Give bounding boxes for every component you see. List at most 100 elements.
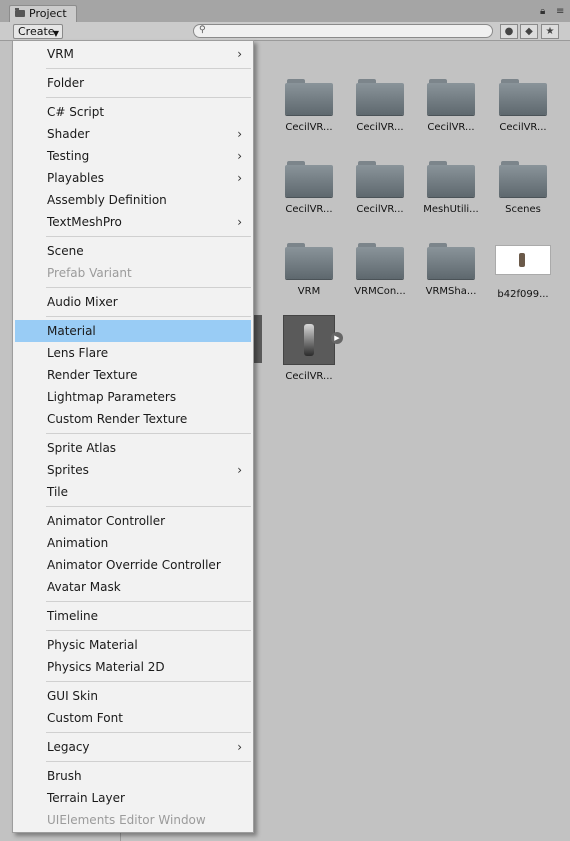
- menu-item-render-texture[interactable]: Render Texture: [15, 364, 251, 386]
- menu-item-label: Playables: [47, 171, 104, 185]
- menu-item-sprite-atlas[interactable]: Sprite Atlas: [15, 437, 251, 459]
- menu-separator: [46, 433, 251, 434]
- menu-item-label: Brush: [47, 769, 82, 783]
- asset-label: CecilVR...: [356, 204, 404, 215]
- prefab-thumbnail: [283, 315, 335, 365]
- lock-icon[interactable]: 🔒︎: [540, 6, 545, 17]
- menu-item-lightmap-parameters[interactable]: Lightmap Parameters: [15, 386, 251, 408]
- tab-strip: Project 🔒︎ ≡: [0, 0, 570, 22]
- menu-item-animator-override-controller[interactable]: Animator Override Controller: [15, 554, 251, 576]
- menu-item-label: Sprite Atlas: [47, 441, 117, 455]
- menu-separator: [46, 601, 251, 602]
- submenu-arrow-icon: ›: [237, 127, 242, 141]
- menu-item-folder[interactable]: Folder: [15, 72, 251, 94]
- menu-item-label: Avatar Mask: [47, 580, 121, 594]
- menu-item-testing[interactable]: Testing ›: [15, 145, 251, 167]
- menu-item-label: Custom Render Texture: [47, 412, 188, 426]
- folder-icon: [499, 77, 547, 115]
- submenu-arrow-icon: ›: [237, 215, 242, 229]
- search-by-label-icon[interactable]: ◆: [520, 24, 538, 39]
- menu-item-custom-render-texture[interactable]: Custom Render Texture: [15, 408, 251, 430]
- menu-item-shader[interactable]: Shader ›: [15, 123, 251, 145]
- menu-item-audio-mixer[interactable]: Audio Mixer: [15, 291, 251, 313]
- menu-item-label: Animator Controller: [47, 514, 166, 528]
- asset-label: CecilVR...: [285, 371, 333, 382]
- menu-item-assembly-definition[interactable]: Assembly Definition: [15, 189, 251, 211]
- create-menu: VRM › Folder C# Script Shader › Testing › P…: [12, 40, 254, 833]
- menu-item-vrm[interactable]: VRM ›: [15, 43, 251, 65]
- project-tab-label: Project: [29, 7, 67, 20]
- menu-item-label: Physic Material: [47, 638, 138, 652]
- menu-item-timeline[interactable]: Timeline: [15, 605, 251, 627]
- menu-separator: [46, 287, 251, 288]
- menu-item-gui-skin[interactable]: GUI Skin: [15, 685, 251, 707]
- asset-item[interactable]: CecilVR...: [344, 159, 416, 215]
- submenu-arrow-icon: ›: [237, 463, 242, 477]
- menu-item-label: C# Script: [47, 105, 105, 119]
- menu-item-label: Shader: [47, 127, 90, 141]
- menu-item-label: GUI Skin: [47, 689, 98, 703]
- menu-item-textmeshpro[interactable]: TextMeshPro ›: [15, 211, 251, 233]
- folder-icon: [427, 159, 475, 197]
- asset-item[interactable]: ▶ CecilVR...: [273, 315, 345, 382]
- menu-item-label: Custom Font: [47, 711, 123, 725]
- menu-item-label: Sprites: [47, 463, 89, 477]
- asset-label: Scenes: [505, 204, 541, 215]
- menu-item-animation[interactable]: Animation: [15, 532, 251, 554]
- search-input[interactable]: ⚲: [193, 24, 493, 38]
- menu-separator: [46, 761, 251, 762]
- folder-icon: [427, 77, 475, 115]
- folder-icon: [15, 8, 25, 17]
- menu-item-lens-flare[interactable]: Lens Flare: [15, 342, 251, 364]
- menu-item-brush[interactable]: Brush: [15, 765, 251, 787]
- asset-item[interactable]: MeshUtili...: [415, 159, 487, 215]
- asset-item[interactable]: CecilVR...: [273, 159, 345, 215]
- asset-item[interactable]: VRM: [273, 241, 345, 297]
- menu-icon[interactable]: ≡: [556, 6, 564, 17]
- asset-item[interactable]: CecilVR...: [415, 77, 487, 133]
- favorites-star-icon[interactable]: ★: [541, 24, 559, 39]
- menu-item-custom-font[interactable]: Custom Font: [15, 707, 251, 729]
- menu-item-csharp-script[interactable]: C# Script: [15, 101, 251, 123]
- menu-item-label: Timeline: [47, 609, 99, 623]
- menu-item-terrain-layer[interactable]: Terrain Layer: [15, 787, 251, 809]
- asset-label: CecilVR...: [427, 122, 475, 133]
- asset-item[interactable]: Scenes: [487, 159, 559, 215]
- asset-label: CecilVR...: [356, 122, 404, 133]
- asset-label: CecilVR...: [285, 122, 333, 133]
- menu-item-legacy[interactable]: Legacy ›: [15, 736, 251, 758]
- menu-item-avatar-mask[interactable]: Avatar Mask: [15, 576, 251, 598]
- menu-item-physic-material[interactable]: Physic Material: [15, 634, 251, 656]
- asset-item[interactable]: CecilVR...: [344, 77, 416, 133]
- asset-item[interactable]: VRMCon...: [344, 241, 416, 297]
- menu-item-animator-controller[interactable]: Animator Controller: [15, 510, 251, 532]
- menu-item-label: Render Texture: [47, 368, 138, 382]
- asset-item[interactable]: b42f099...: [487, 241, 559, 300]
- create-button[interactable]: Create ▼: [13, 24, 63, 39]
- project-tab[interactable]: Project: [9, 5, 77, 22]
- menu-item-label: Material: [47, 324, 96, 338]
- menu-separator: [46, 316, 251, 317]
- menu-item-physics-material-2d[interactable]: Physics Material 2D: [15, 656, 251, 678]
- menu-item-label: Folder: [47, 76, 85, 90]
- menu-item-playables[interactable]: Playables ›: [15, 167, 251, 189]
- menu-item-material[interactable]: Material: [15, 320, 251, 342]
- menu-item-uielements-editor-window: UIElements Editor Window: [15, 809, 251, 831]
- expand-play-icon[interactable]: ▶: [331, 332, 343, 344]
- menu-item-sprites[interactable]: Sprites ›: [15, 459, 251, 481]
- asset-item[interactable]: CecilVR...: [487, 77, 559, 133]
- menu-item-label: Assembly Definition: [47, 193, 167, 207]
- menu-item-scene[interactable]: Scene: [15, 240, 251, 262]
- folder-icon: [356, 241, 404, 279]
- asset-label: b42f099...: [497, 289, 549, 300]
- project-toolbar: Create ▼ ⚲ ● ◆ ★: [0, 22, 570, 41]
- asset-label: VRM: [297, 286, 321, 297]
- menu-separator: [46, 236, 251, 237]
- menu-item-tile[interactable]: Tile: [15, 481, 251, 503]
- asset-item[interactable]: VRMSha...: [415, 241, 487, 297]
- menu-item-label: VRM: [47, 47, 74, 61]
- menu-item-label: Animator Override Controller: [47, 558, 221, 572]
- asset-item[interactable]: CecilVR...: [273, 77, 345, 133]
- folder-icon: [427, 241, 475, 279]
- search-by-type-icon[interactable]: ●: [500, 24, 518, 39]
